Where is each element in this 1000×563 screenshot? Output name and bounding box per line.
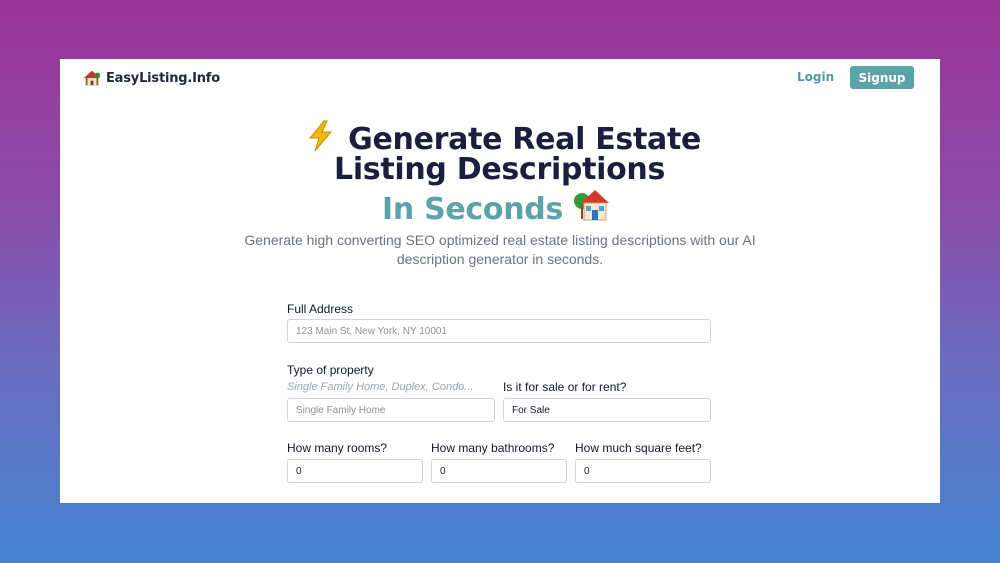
property-type-label: Type of property bbox=[287, 363, 374, 377]
hero-line-2: Listing Descriptions bbox=[334, 153, 665, 187]
login-link[interactable]: Login bbox=[797, 70, 834, 84]
hero-line-3: In Seconds bbox=[382, 187, 613, 227]
top-nav: EasyListing.Info Login Signup bbox=[60, 59, 940, 97]
hero-title-highlight: In Seconds bbox=[382, 192, 563, 227]
lightning-bolt-icon bbox=[308, 120, 333, 152]
sale-or-rent-input[interactable] bbox=[503, 398, 711, 422]
square-feet-label: How much square feet? bbox=[575, 441, 702, 455]
hero-subtitle: Generate high converting SEO optimized r… bbox=[244, 232, 756, 267]
rooms-input[interactable] bbox=[287, 459, 423, 483]
house-icon bbox=[83, 70, 101, 86]
app-window: EasyListing.Info Login Signup Generate R… bbox=[60, 59, 940, 503]
sale-or-rent-label: Is it for sale or for rent? bbox=[503, 380, 627, 394]
rooms-label: How many rooms? bbox=[287, 441, 388, 455]
brand[interactable]: EasyListing.Info bbox=[83, 69, 220, 87]
address-label: Full Address bbox=[287, 302, 354, 316]
hero-title-line-2: Listing Descriptions bbox=[334, 152, 666, 187]
property-type-input[interactable] bbox=[287, 398, 495, 422]
bathrooms-label: How many bathrooms? bbox=[431, 441, 555, 455]
address-input[interactable] bbox=[287, 319, 711, 343]
square-feet-input[interactable] bbox=[575, 459, 711, 483]
brand-name: EasyListing.Info bbox=[106, 70, 220, 86]
house-icon bbox=[574, 190, 610, 221]
property-type-hint: Single Family Home, Duplex, Condo... bbox=[287, 381, 474, 393]
bathrooms-input[interactable] bbox=[431, 459, 567, 483]
signup-button[interactable]: Signup bbox=[850, 66, 914, 89]
